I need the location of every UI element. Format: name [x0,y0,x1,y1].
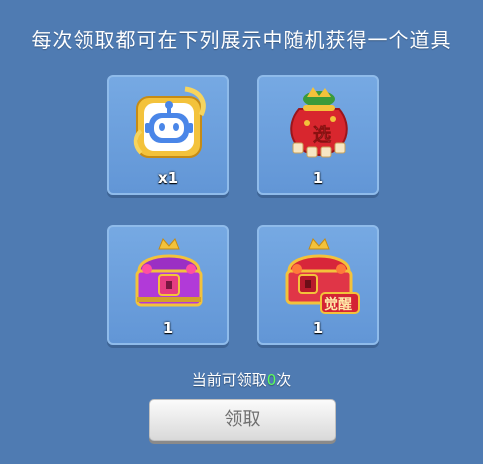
awaken-badge: 觉醒 [324,296,352,313]
reward-card-robot[interactable]: x1 [107,75,229,195]
reward-count: 1 [312,319,324,337]
reward-count: 1 [162,319,174,337]
page-title: 每次领取都可在下列展示中随机获得一个道具 [31,28,452,52]
remaining-claims: 当前可领取0次 [0,369,483,390]
reward-card-purple-chest[interactable]: 1 [107,225,229,345]
reward-count: x1 [157,169,179,187]
remaining-prefix: 当前可领取 [191,371,267,389]
reward-card-lucky-bag[interactable]: 选 1 [257,75,379,195]
reward-grid: x1 选 1 1 觉醒 1 [107,75,379,345]
reward-card-awaken-chest[interactable]: 觉醒 1 [257,225,379,345]
purple-chest-icon [135,238,203,307]
red-chest-icon: 觉醒 [285,238,360,314]
remaining-count: 0 [266,371,277,389]
lucky-bag-badge: 选 [313,125,331,146]
claim-button[interactable]: 领取 [149,399,336,441]
robot-frame-icon [133,86,206,158]
lucky-bag-icon: 选 [290,87,348,158]
reward-count: 1 [312,169,324,187]
remaining-suffix: 次 [276,371,292,389]
